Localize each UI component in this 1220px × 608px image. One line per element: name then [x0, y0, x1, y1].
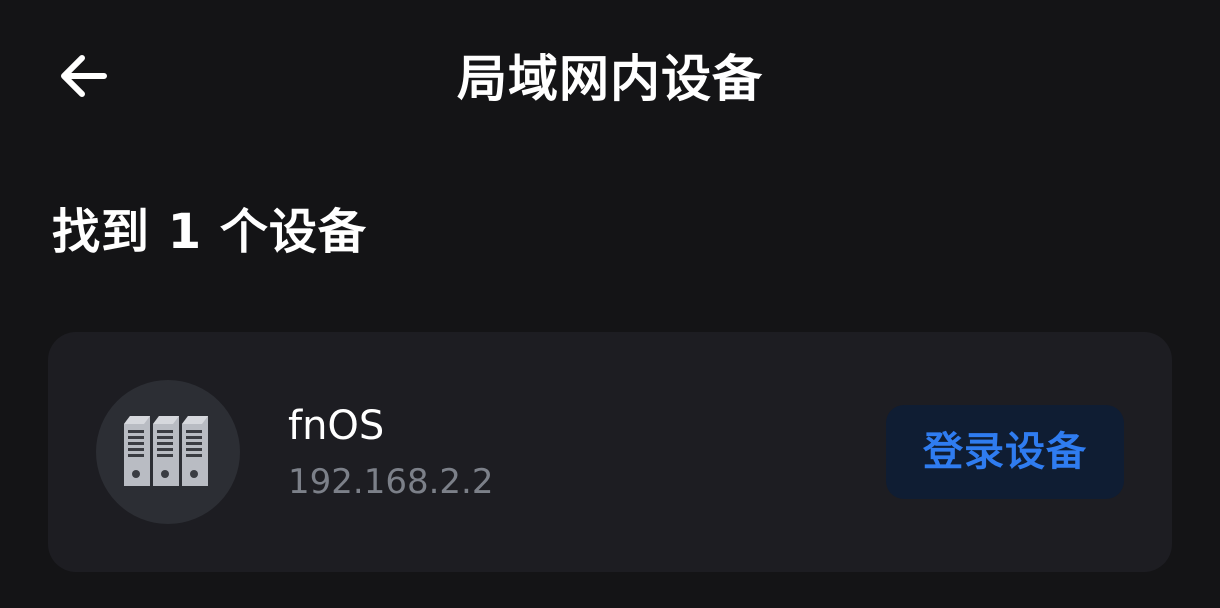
page-title: 局域网内设备: [457, 50, 763, 108]
device-name: fnOS: [288, 403, 385, 449]
device-card[interactable]: fnOS 192.168.2.2 登录设备: [48, 332, 1172, 572]
device-ip-address: 192.168.2.2: [288, 462, 494, 502]
top-bar: 局域网内设备: [0, 0, 1220, 150]
found-count-heading: 找到 1 个设备: [52, 204, 367, 260]
server-icon: [124, 416, 208, 486]
device-avatar: [96, 380, 240, 524]
lan-devices-screen: 局域网内设备 找到 1 个设备 fnOS 192.168.2.2 登录设备: [0, 0, 1220, 608]
login-device-button[interactable]: 登录设备: [886, 405, 1124, 499]
